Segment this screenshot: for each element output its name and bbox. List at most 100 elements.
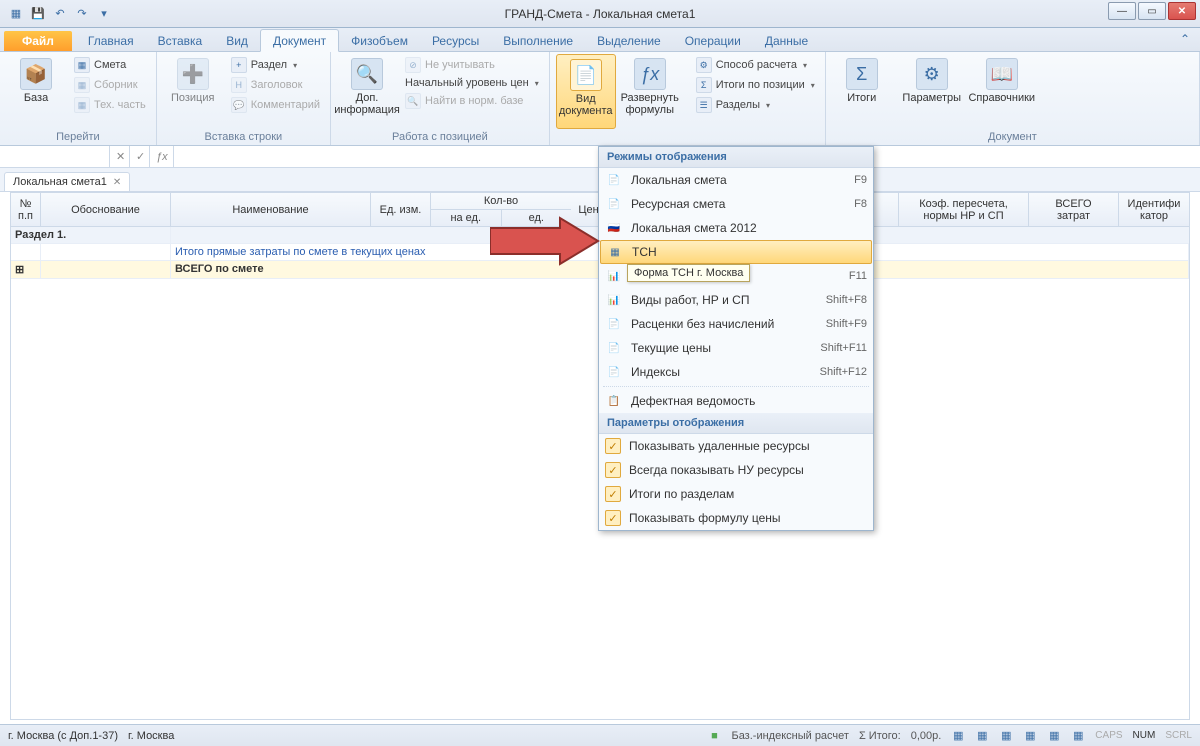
tab-volume[interactable]: Физобъем [339, 30, 420, 51]
status-icon[interactable]: ▦ [1023, 729, 1037, 743]
search-icon: 🔍 [351, 58, 383, 90]
status-icon[interactable]: ▦ [975, 729, 989, 743]
save-icon[interactable]: 💾 [30, 6, 46, 22]
total-value: 0,00р. [911, 730, 942, 742]
col-coef[interactable]: Коэф. пересчета, нормы НР и СП [899, 193, 1029, 226]
check-icon: ✓ [605, 510, 621, 526]
close-button[interactable]: ✕ [1168, 2, 1196, 20]
quick-access-toolbar: ▦ 💾 ↶ ↷ ▾ [0, 6, 112, 22]
header-button[interactable]: HЗаголовок [227, 76, 324, 94]
tooltip: Форма ТСН г. Москва [627, 264, 750, 282]
title-bar: ▦ 💾 ↶ ↷ ▾ ГРАНД-Смета - Локальная смета1… [0, 0, 1200, 28]
doc-icon: 📄 [605, 316, 623, 332]
col-qty[interactable]: Кол-во [431, 193, 571, 210]
expand-formulas-button[interactable]: ƒx Развернуть формулы [620, 54, 680, 129]
menu-item-local[interactable]: 📄Локальная сметаF9 [599, 168, 873, 192]
menu-item-current-prices[interactable]: 📄Текущие ценыShift+F11 [599, 336, 873, 360]
pos-totals-button[interactable]: ΣИтоги по позиции▾ [692, 76, 819, 94]
menu-item-no-charges[interactable]: 📄Расценки без начисленийShift+F9 [599, 312, 873, 336]
col-total[interactable]: ВСЕГО затрат [1029, 193, 1119, 226]
doc-icon: 📄 [605, 364, 623, 380]
menu-separator [603, 386, 869, 387]
refs-button[interactable]: 📖Справочники [972, 54, 1032, 129]
menu-check-deleted[interactable]: ✓Показывать удаленные ресурсы [599, 434, 873, 458]
base-icon: 📦 [20, 58, 52, 90]
tab-data[interactable]: Данные [753, 30, 820, 51]
group-document: ΣИтоги ⚙Параметры 📖Справочники Документ [826, 52, 1200, 145]
status-icon[interactable]: ▦ [951, 729, 965, 743]
tab-execution[interactable]: Выполнение [491, 30, 585, 51]
dopinfo-button[interactable]: 🔍 Доп. информация [337, 54, 397, 129]
window-controls: — ▭ ✕ [1108, 2, 1196, 20]
col-num[interactable]: № п.п [11, 193, 41, 226]
menu-item-indices[interactable]: 📄ИндексыShift+F12 [599, 360, 873, 384]
sections-button[interactable]: ☰Разделы▾ [692, 96, 819, 114]
fx-cancel[interactable]: ✕ [110, 146, 130, 167]
tab-view[interactable]: Вид [214, 30, 260, 51]
col-id[interactable]: Идентифи катор [1119, 193, 1189, 226]
col-basis[interactable]: Обоснование [41, 193, 171, 226]
menu-item-work-types[interactable]: 📊Виды работ, НР и СПShift+F8 [599, 288, 873, 312]
menu-header-modes: Режимы отображения [599, 147, 873, 168]
book-icon: 📖 [986, 58, 1018, 90]
row-link[interactable]: Итого прямые затраты по смете в текущих … [175, 246, 426, 258]
qat-dropdown-icon[interactable]: ▾ [96, 6, 112, 22]
initial-price-button[interactable]: Начальный уровень цен▾ [401, 76, 543, 90]
tab-operations[interactable]: Операции [673, 30, 753, 51]
tech-icon: ▦ [74, 97, 90, 113]
sbornik-button[interactable]: ▦Сборник [70, 76, 150, 94]
name-box[interactable] [0, 146, 110, 167]
close-tab-icon[interactable]: ✕ [113, 177, 121, 188]
status-icon[interactable]: ▦ [1047, 729, 1061, 743]
find-norm-button[interactable]: 🔍Найти в норм. базе [401, 92, 543, 110]
menu-item-local2012[interactable]: 🇷🇺Локальная смета 2012 [599, 216, 873, 240]
chevron-down-icon: ▾ [535, 79, 539, 88]
app-icon: ▦ [8, 6, 24, 22]
document-view-button[interactable]: 📄 Вид документа [556, 54, 616, 129]
undo-icon[interactable]: ↶ [52, 6, 68, 22]
menu-item-tsn-moscow[interactable]: 📊 Форма ТСН г. Москва F11 [599, 264, 873, 288]
params-button[interactable]: ⚙Параметры [902, 54, 962, 129]
totals-button[interactable]: ΣИтоги [832, 54, 892, 129]
col-unit[interactable]: Ед. изм. [371, 193, 431, 226]
ribbon-collapse-icon[interactable]: ⌃ [1180, 32, 1190, 46]
status-icon[interactable]: ▦ [999, 729, 1013, 743]
tab-file[interactable]: Файл [4, 31, 72, 51]
position-button[interactable]: ➕ Позиция [163, 54, 223, 129]
check-icon: ✓ [605, 462, 621, 478]
calc-method-button[interactable]: ⚙Способ расчета▾ [692, 56, 819, 74]
tab-selection[interactable]: Выделение [585, 30, 673, 51]
tab-document[interactable]: Документ [260, 29, 339, 52]
col-qty-total[interactable]: ед. [502, 210, 572, 226]
col-qty-unit[interactable]: на ед. [431, 210, 502, 226]
menu-check-price-formula[interactable]: ✓Показывать формулу цены [599, 506, 873, 530]
razdel-button[interactable]: +Раздел▾ [227, 56, 324, 74]
col-name[interactable]: Наименование [171, 193, 371, 226]
doc-icon: 📄 [605, 340, 623, 356]
document-tab[interactable]: Локальная смета1 ✕ [4, 172, 130, 191]
ignore-button[interactable]: ⊘Не учитывать [401, 56, 543, 74]
group-doc-view: 📄 Вид документа ƒx Развернуть формулы [550, 52, 686, 145]
tab-main[interactable]: Главная [76, 30, 146, 51]
menu-check-nu[interactable]: ✓Всегда показывать НУ ресурсы [599, 458, 873, 482]
menu-item-tsn[interactable]: ▦ТСН [600, 240, 872, 264]
redo-icon[interactable]: ↷ [74, 6, 90, 22]
fx-confirm[interactable]: ✓ [130, 146, 150, 167]
comment-button[interactable]: 💬Комментарий [227, 96, 324, 114]
maximize-button[interactable]: ▭ [1138, 2, 1166, 20]
menu-item-resource[interactable]: 📄Ресурсная сметаF8 [599, 192, 873, 216]
smeta-button[interactable]: ▦Смета [70, 56, 150, 74]
document-icon: 📄 [570, 59, 602, 91]
menu-check-section-totals[interactable]: ✓Итоги по разделам [599, 482, 873, 506]
base-button[interactable]: 📦 База [6, 54, 66, 129]
minimize-button[interactable]: — [1108, 2, 1136, 20]
tab-insert[interactable]: Вставка [146, 30, 215, 51]
menu-item-defect[interactable]: 📋Дефектная ведомость [599, 389, 873, 413]
calc-mode: Баз.-индексный расчет [731, 730, 848, 742]
tab-resources[interactable]: Ресурсы [420, 30, 491, 51]
razdel-icon: + [231, 57, 247, 73]
status-icon[interactable]: ▦ [1071, 729, 1085, 743]
doc-icon: 📄 [605, 196, 623, 212]
ribbon-panel: 📦 База ▦Смета ▦Сборник ▦Тех. часть Перей… [0, 52, 1200, 146]
techpart-button[interactable]: ▦Тех. часть [70, 96, 150, 114]
